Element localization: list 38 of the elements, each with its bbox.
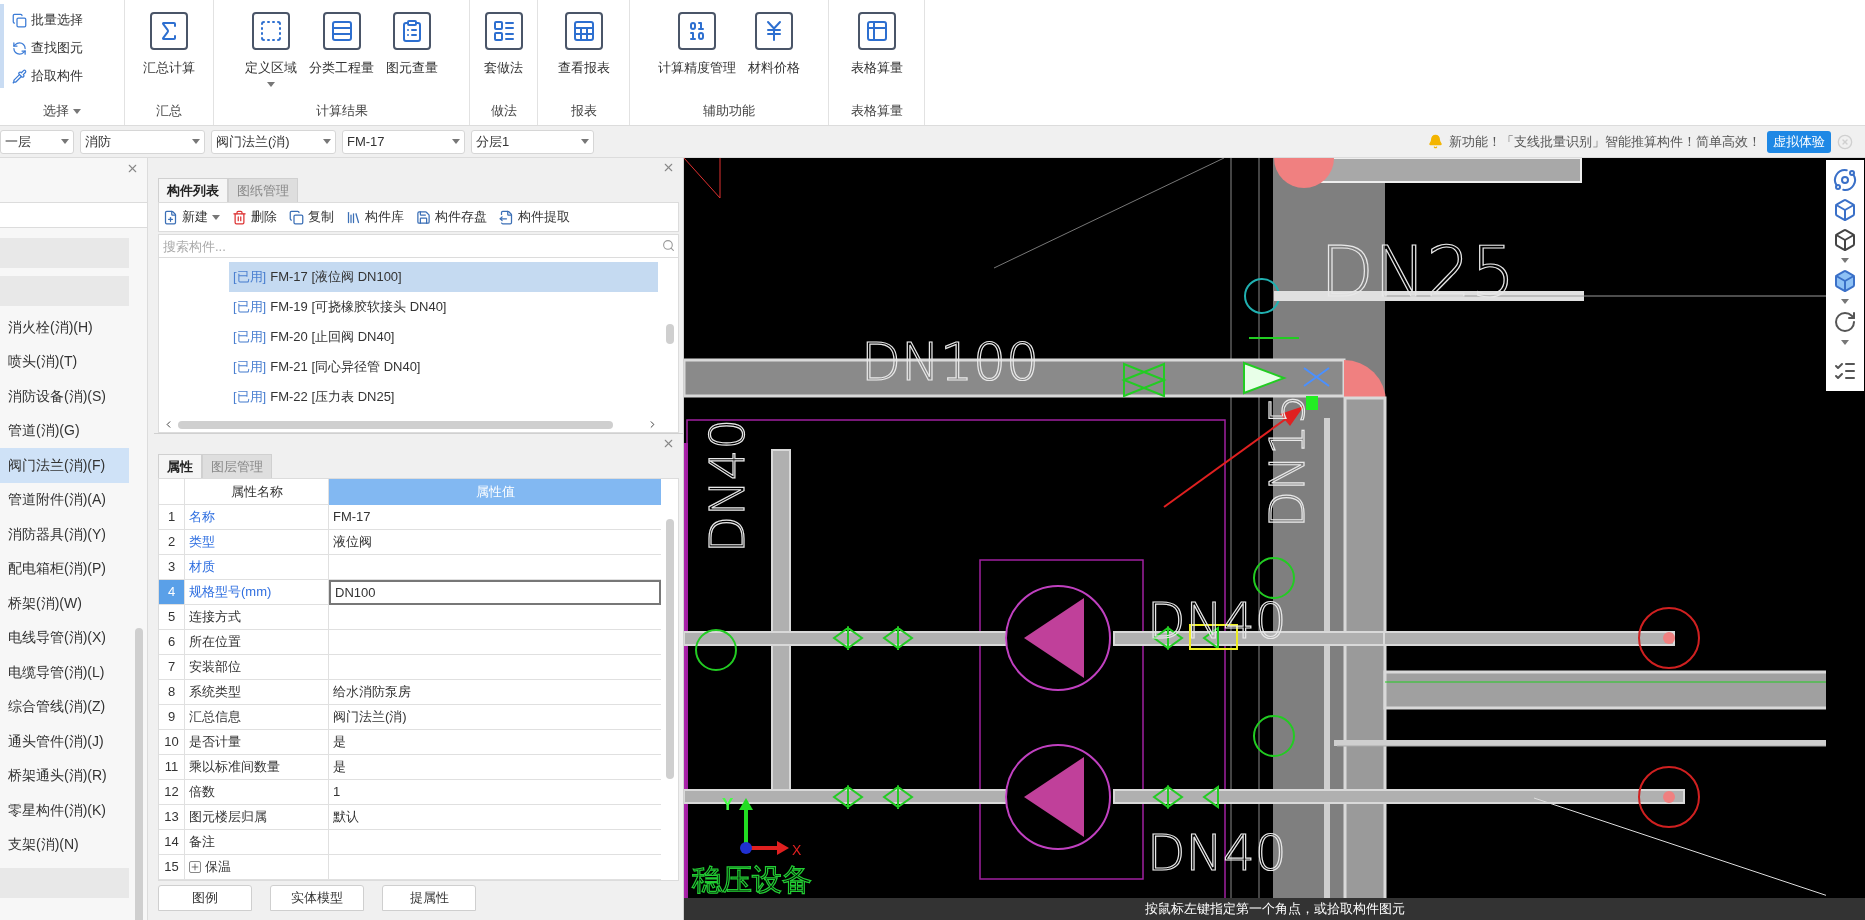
cad-label: DN25 — [1320, 231, 1516, 313]
row-number: 14 — [159, 830, 185, 855]
property-name: 倍数 — [189, 783, 215, 802]
property-name: 备注 — [189, 833, 215, 852]
row-number: 13 — [159, 805, 185, 830]
notice-text: 新功能！「支线批量识别」智能推算构件！简单高效！ — [1449, 132, 1761, 151]
row-number: 8 — [159, 680, 185, 705]
cad-label: DN40 — [699, 419, 755, 553]
row-number: 11 — [159, 755, 185, 780]
property-name: 连接方式 — [189, 608, 241, 627]
row-number: 6 — [159, 630, 185, 655]
cad-label: DN15 — [1259, 394, 1315, 528]
row-number: 15 — [159, 855, 185, 880]
column-header: 属性值 — [329, 479, 661, 505]
property-name: 系统类型 — [189, 683, 241, 702]
row-number: 10 — [159, 730, 185, 755]
property-name: 图元楼层归属 — [189, 808, 267, 827]
property-name: 汇总信息 — [189, 708, 241, 727]
property-name: 所在位置 — [189, 633, 241, 652]
row-number: 12 — [159, 780, 185, 805]
row-number: 5 — [159, 605, 185, 630]
status-text: 按鼠标左键指定第一个角点，或拾取构件图元 — [1144, 900, 1405, 919]
row-number: 7 — [159, 655, 185, 680]
cad-label: DN40 — [1147, 824, 1287, 882]
row-number: 2 — [159, 530, 185, 555]
property-name: 安装部位 — [189, 658, 241, 677]
row-number: 9 — [159, 705, 185, 730]
property-name: 是否计量 — [189, 733, 241, 752]
property-name: 材质 — [189, 558, 215, 577]
property-name: 类型 — [189, 533, 215, 552]
row-number: 4 — [159, 580, 185, 605]
property-name: 保温 — [205, 858, 231, 877]
axis-label: X — [792, 842, 802, 858]
property-name: 规格型号(mm) — [189, 583, 272, 602]
cad-label: 稳压设备 — [692, 862, 812, 897]
property-name: 乘以标准间数量 — [189, 758, 280, 777]
property-name: 名称 — [189, 508, 215, 527]
row-number: 1 — [159, 505, 185, 530]
